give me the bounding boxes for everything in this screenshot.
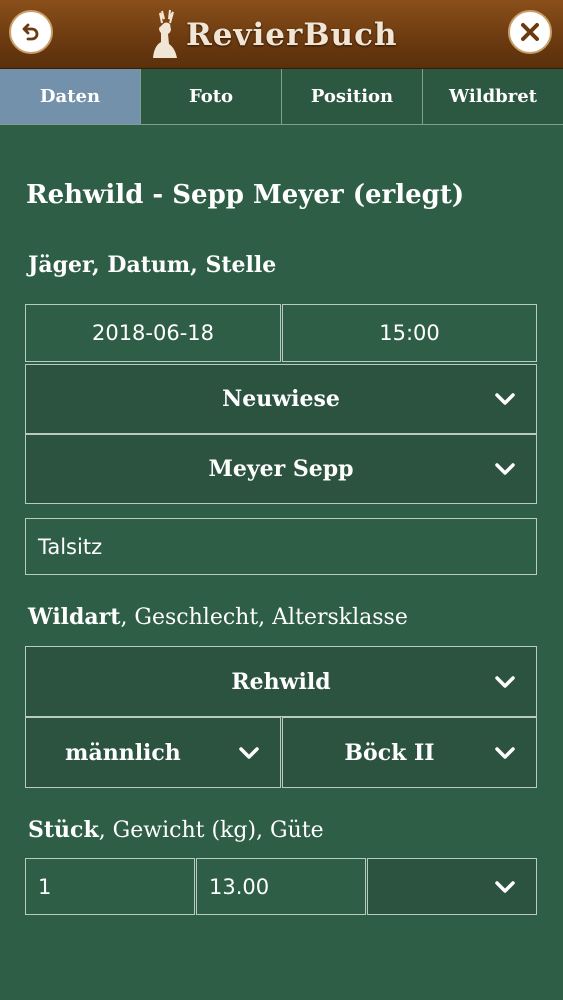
area-select-value: Neuwiese: [222, 386, 340, 412]
section-label-rest: , Datum, Stelle: [92, 252, 277, 278]
tab-daten[interactable]: Daten: [0, 69, 141, 125]
tab-bar: Daten Foto Position Wildbret: [0, 69, 563, 125]
area-select[interactable]: Neuwiese: [25, 364, 537, 434]
tab-position[interactable]: Position: [282, 69, 423, 125]
time-field[interactable]: 15:00: [282, 304, 537, 362]
section-label-bold: Jäger: [28, 252, 93, 278]
chevron-down-icon: [239, 746, 259, 759]
back-button[interactable]: [9, 10, 53, 54]
brand: RevierBuch: [150, 6, 398, 64]
section-label-hunter: Jäger, Datum, Stelle: [28, 252, 276, 278]
weight-field[interactable]: 13.00: [196, 858, 366, 915]
deer-logo-icon: [153, 9, 177, 58]
species-select-value: Rehwild: [231, 668, 331, 695]
age-class-select-value: Böck II: [344, 739, 435, 766]
tab-wildbret[interactable]: Wildbret: [423, 69, 563, 125]
back-arrow-icon: [22, 23, 39, 41]
section-label-bold: Wildart: [28, 604, 121, 630]
section-label-species: Wildart, Geschlecht, Altersklasse: [28, 604, 408, 630]
close-icon: [521, 23, 539, 41]
record-title: Rehwild - Sepp Meyer (erlegt): [26, 180, 465, 210]
quality-select[interactable]: [367, 858, 537, 915]
app-header: RevierBuch: [0, 0, 563, 69]
sex-select-value: männlich: [65, 739, 181, 766]
section-label-rest: , Gewicht (kg), Güte: [98, 818, 324, 843]
hunter-select[interactable]: Meyer Sepp: [25, 434, 537, 504]
section-label-bold: Stück: [28, 817, 99, 843]
chevron-down-icon: [495, 393, 515, 405]
close-button[interactable]: [508, 10, 552, 54]
chevron-down-icon: [495, 880, 515, 893]
chevron-down-icon: [495, 463, 515, 475]
chevron-down-icon: [495, 675, 515, 688]
count-field[interactable]: 1: [25, 858, 195, 915]
app-title: RevierBuch: [186, 17, 398, 53]
hunter-select-value: Meyer Sepp: [208, 456, 354, 482]
section-label-rest: , Geschlecht, Altersklasse: [120, 605, 408, 630]
date-field[interactable]: 2018-06-18: [25, 304, 281, 362]
place-field[interactable]: Talsitz: [25, 518, 537, 575]
chevron-down-icon: [495, 746, 515, 759]
sex-select[interactable]: männlich: [25, 717, 281, 788]
species-select[interactable]: Rehwild: [25, 646, 537, 717]
tab-foto[interactable]: Foto: [141, 69, 282, 125]
age-class-select[interactable]: Böck II: [282, 717, 537, 788]
section-label-count: Stück, Gewicht (kg), Güte: [28, 817, 324, 843]
